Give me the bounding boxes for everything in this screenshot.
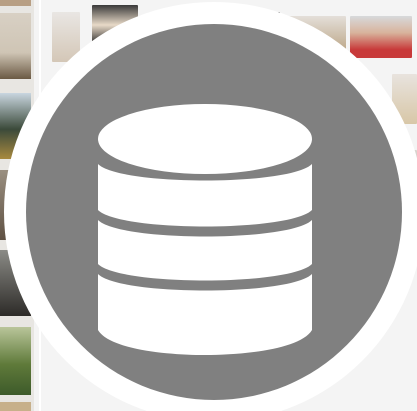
database-icon bbox=[4, 2, 417, 411]
